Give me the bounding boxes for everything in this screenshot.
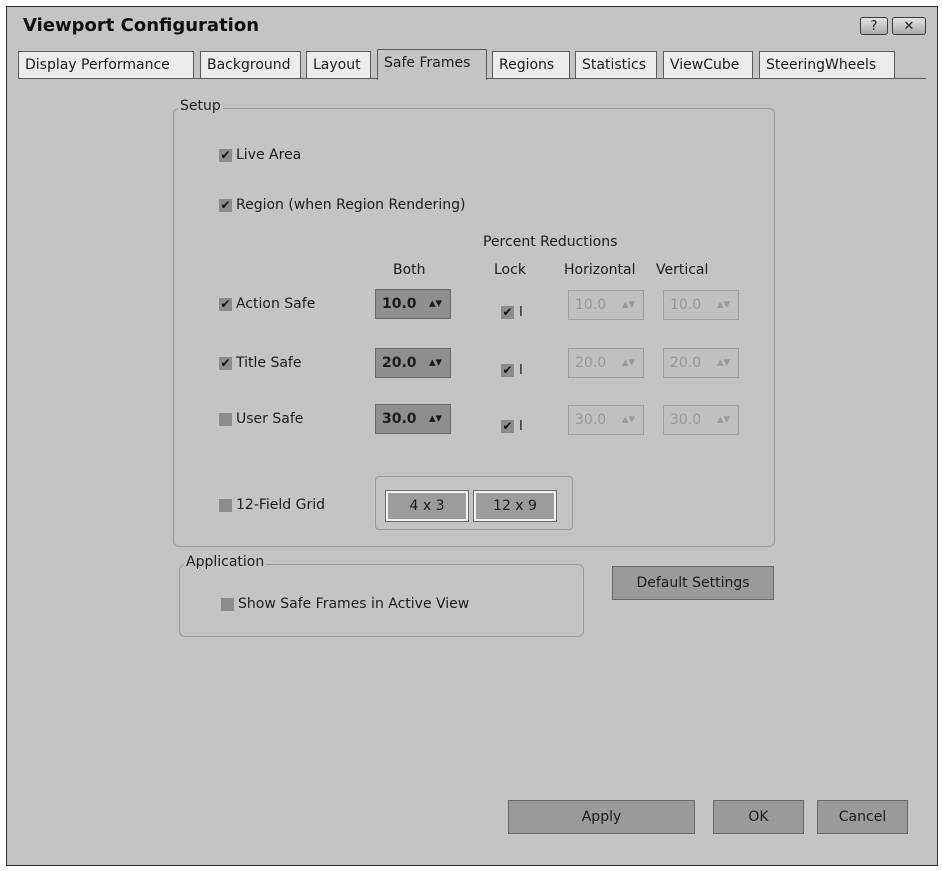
title-safe-horizontal-spinner[interactable]: 20.0 ▴▾	[568, 348, 644, 378]
grid-4x3-button[interactable]: 4 x 3	[385, 490, 469, 522]
title-bar[interactable]: Viewport Configuration ? ✕	[7, 7, 937, 47]
tab-regions[interactable]: Regions	[492, 51, 570, 79]
vertical-column-header: Vertical	[656, 262, 709, 278]
tab-background[interactable]: Background	[200, 51, 301, 79]
percent-reductions-label: Percent Reductions	[483, 234, 618, 250]
action-safe-horizontal-value: 10.0	[575, 297, 607, 313]
live-area-checkbox[interactable]: ✔ Live Area	[219, 147, 301, 163]
title-safe-lock-checkbox[interactable]: ✔ I	[501, 363, 523, 378]
user-safe-lock-checkbox[interactable]: ✔ I	[501, 419, 523, 434]
action-safe-both-value: 10.0	[382, 296, 417, 312]
apply-button[interactable]: Apply	[508, 800, 695, 834]
tab-safe-frames[interactable]: Safe Frames	[377, 49, 487, 80]
field-grid-checkbox[interactable]: 12-Field Grid	[219, 497, 325, 513]
spinner-arrows-icon[interactable]: ▴▾	[717, 406, 730, 434]
action-safe-label: Action Safe	[236, 296, 316, 312]
default-settings-button[interactable]: Default Settings	[612, 566, 774, 600]
tab-layout[interactable]: Layout	[306, 51, 371, 79]
region-checkbox[interactable]: ✔ Region (when Region Rendering)	[219, 197, 465, 213]
close-button[interactable]: ✕	[892, 17, 926, 35]
spinner-arrows-icon[interactable]: ▴▾	[622, 349, 635, 377]
field-grid-label: 12-Field Grid	[236, 497, 326, 513]
user-safe-label: User Safe	[236, 411, 304, 427]
live-area-label: Live Area	[236, 147, 302, 163]
user-safe-both-value: 30.0	[382, 411, 417, 427]
field-grid-options: 4 x 3 12 x 9	[375, 476, 573, 530]
check-icon: ✔	[219, 197, 232, 212]
check-icon: ✔	[501, 305, 514, 319]
user-safe-vertical-spinner[interactable]: 30.0 ▴▾	[663, 405, 739, 435]
spinner-arrows-icon[interactable]: ▴▾	[622, 291, 635, 319]
lock-suffix: I	[519, 363, 523, 378]
check-icon: ✔	[219, 296, 232, 311]
spinner-arrows-icon[interactable]: ▴▾	[717, 349, 730, 377]
setup-group-label: Setup	[178, 98, 223, 114]
spinner-arrows-icon[interactable]: ▴▾	[429, 290, 442, 318]
spinner-arrows-icon[interactable]: ▴▾	[622, 406, 635, 434]
lock-suffix: I	[519, 419, 523, 434]
horizontal-column-header: Horizontal	[564, 262, 636, 278]
user-safe-horizontal-value: 30.0	[575, 412, 607, 428]
tab-steeringwheels[interactable]: SteeringWheels	[759, 51, 895, 79]
spinner-arrows-icon[interactable]: ▴▾	[429, 405, 442, 433]
grid-12x9-button[interactable]: 12 x 9	[473, 490, 557, 522]
action-safe-both-spinner[interactable]: 10.0 ▴▾	[375, 289, 451, 319]
action-safe-checkbox[interactable]: ✔ Action Safe	[219, 296, 315, 312]
ok-button[interactable]: OK	[713, 800, 804, 834]
action-safe-vertical-value: 10.0	[670, 297, 702, 313]
show-safe-frames-checkbox[interactable]: Show Safe Frames in Active View	[221, 596, 469, 612]
lock-column-header: Lock	[494, 262, 526, 278]
checkbox-empty-icon	[219, 412, 232, 426]
title-safe-vertical-spinner[interactable]: 20.0 ▴▾	[663, 348, 739, 378]
application-group-label: Application	[184, 554, 267, 570]
user-safe-vertical-value: 30.0	[670, 412, 702, 428]
dialog-title: Viewport Configuration	[23, 15, 260, 36]
action-safe-lock-checkbox[interactable]: ✔ I	[501, 305, 523, 320]
checkbox-empty-icon	[221, 597, 234, 611]
check-icon: ✔	[501, 363, 514, 377]
tab-statistics[interactable]: Statistics	[575, 51, 657, 79]
user-safe-checkbox[interactable]: User Safe	[219, 411, 303, 427]
checkbox-empty-icon	[219, 498, 232, 512]
check-icon: ✔	[219, 147, 232, 162]
check-icon: ✔	[219, 355, 232, 370]
lock-suffix: I	[519, 305, 523, 320]
cancel-button[interactable]: Cancel	[817, 800, 908, 834]
help-button[interactable]: ?	[860, 17, 888, 35]
title-safe-checkbox[interactable]: ✔ Title Safe	[219, 355, 301, 371]
title-safe-both-value: 20.0	[382, 355, 417, 371]
title-safe-vertical-value: 20.0	[670, 355, 702, 371]
title-safe-label: Title Safe	[236, 355, 302, 371]
tab-viewcube[interactable]: ViewCube	[663, 51, 753, 79]
both-column-header: Both	[393, 262, 426, 278]
user-safe-horizontal-spinner[interactable]: 30.0 ▴▾	[568, 405, 644, 435]
user-safe-both-spinner[interactable]: 30.0 ▴▾	[375, 404, 451, 434]
show-safe-frames-label: Show Safe Frames in Active View	[238, 596, 470, 612]
spinner-arrows-icon[interactable]: ▴▾	[429, 349, 442, 377]
tab-display-performance[interactable]: Display Performance	[18, 51, 194, 79]
spinner-arrows-icon[interactable]: ▴▾	[717, 291, 730, 319]
title-safe-both-spinner[interactable]: 20.0 ▴▾	[375, 348, 451, 378]
viewport-configuration-dialog: Viewport Configuration ? ✕ Display Perfo…	[6, 6, 938, 866]
action-safe-vertical-spinner[interactable]: 10.0 ▴▾	[663, 290, 739, 320]
title-safe-horizontal-value: 20.0	[575, 355, 607, 371]
check-icon: ✔	[501, 419, 514, 433]
region-label: Region (when Region Rendering)	[236, 197, 466, 213]
action-safe-horizontal-spinner[interactable]: 10.0 ▴▾	[568, 290, 644, 320]
